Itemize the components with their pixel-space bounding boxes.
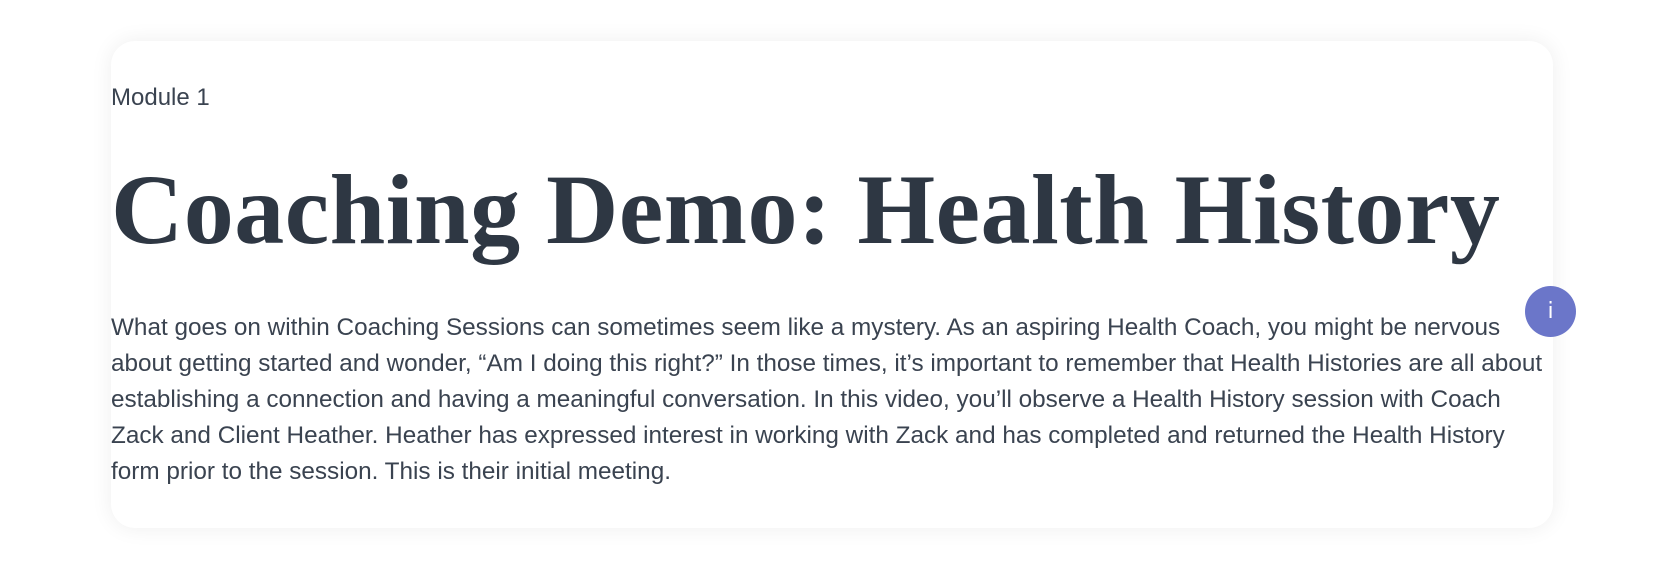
lesson-description: What goes on within Coaching Sessions ca… bbox=[111, 314, 1543, 485]
info-button[interactable]: i bbox=[1525, 286, 1576, 337]
module-label: Module 1 bbox=[111, 84, 210, 111]
page-title: Coaching Demo: Health History bbox=[111, 154, 1501, 265]
info-icon: i bbox=[1547, 299, 1554, 324]
